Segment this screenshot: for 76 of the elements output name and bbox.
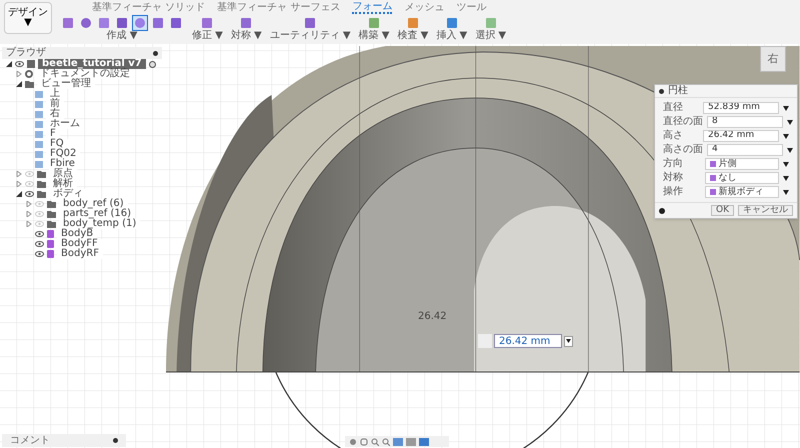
- eye-icon[interactable]: [25, 191, 34, 197]
- group-menu[interactable]: 修正 ▼: [192, 31, 223, 41]
- browser-title: ブラウザ: [6, 48, 46, 58]
- tree-item[interactable]: BodyB: [57, 229, 98, 239]
- field-label: 対称: [663, 173, 684, 183]
- expanded-icon[interactable]: [16, 191, 22, 197]
- dimension-input[interactable]: 26.42 mm: [494, 334, 562, 348]
- select-field[interactable]: なし: [705, 172, 779, 184]
- collapsed-icon[interactable]: [16, 181, 22, 187]
- eye-icon[interactable]: [15, 61, 24, 67]
- tree-item[interactable]: ボディ: [49, 189, 87, 199]
- group-menu[interactable]: ユーティリティ ▼: [270, 31, 351, 41]
- tree-item[interactable]: ビュー管理: [37, 79, 95, 89]
- document-icon: [27, 60, 35, 68]
- field-label: 高さ: [663, 131, 684, 141]
- expanded-icon[interactable]: [16, 81, 22, 87]
- dimension-label: 26.42: [418, 310, 447, 324]
- workspace-button[interactable]: デザイン ▼: [4, 2, 52, 34]
- field-label: 操作: [663, 187, 684, 197]
- tree-item[interactable]: 解析: [49, 179, 77, 189]
- option-icon: [710, 161, 716, 167]
- eye-icon[interactable]: [35, 251, 44, 257]
- input-spacer: [478, 334, 492, 348]
- dialog-button[interactable]: キャンセル: [738, 205, 793, 216]
- field-label: 直径: [663, 103, 684, 113]
- group-menu[interactable]: 対称 ▼: [230, 31, 262, 41]
- dialog-title: 円柱: [668, 86, 688, 96]
- toolbar-tab[interactable]: フォーム: [352, 2, 392, 14]
- tree-item[interactable]: BodyRF: [57, 249, 103, 259]
- tree-item[interactable]: 前: [46, 99, 64, 109]
- dropdown-icon[interactable]: [787, 148, 793, 152]
- search-icon[interactable]: [382, 438, 390, 446]
- toolbar-tab[interactable]: 基準フィーチャ ソリッド: [92, 2, 206, 14]
- dropdown-icon[interactable]: [564, 336, 573, 346]
- collapsed-icon[interactable]: [16, 171, 22, 177]
- input-field[interactable]: 4: [707, 144, 783, 156]
- select-field[interactable]: 片側: [705, 158, 779, 170]
- dropdown-icon[interactable]: [783, 106, 789, 110]
- field-label: 方向: [663, 159, 684, 169]
- collapsed-icon[interactable]: [16, 71, 22, 77]
- group-menu[interactable]: 選択 ▼: [475, 31, 506, 41]
- zoom-icon[interactable]: [371, 438, 379, 446]
- toolbar-tab[interactable]: ツール: [456, 2, 486, 14]
- tree-item[interactable]: F: [46, 129, 60, 139]
- tree-item[interactable]: 右: [46, 109, 64, 119]
- tree-item[interactable]: body_temp (1): [59, 219, 140, 229]
- collapsed-icon[interactable]: [26, 211, 32, 217]
- eye-icon[interactable]: [35, 241, 44, 247]
- field-label: 高さの面: [663, 145, 703, 155]
- comments-title: コメント: [10, 436, 50, 446]
- dropdown-icon[interactable]: [783, 190, 789, 194]
- dropdown-icon[interactable]: [787, 120, 793, 124]
- eye-icon[interactable]: [35, 231, 44, 237]
- tool-icon[interactable]: [132, 14, 148, 30]
- view-cube[interactable]: 右: [760, 46, 786, 72]
- dropdown-icon[interactable]: [783, 162, 789, 166]
- dropdown-icon[interactable]: [783, 134, 789, 138]
- select-field[interactable]: 新規ボディ: [705, 186, 779, 198]
- group-menu[interactable]: 挿入 ▼: [436, 31, 468, 41]
- dropdown-icon[interactable]: [783, 176, 789, 180]
- tree-item[interactable]: body_ref (6): [59, 199, 128, 209]
- group-menu[interactable]: 構築 ▼: [358, 31, 390, 41]
- option-icon: [710, 175, 716, 181]
- option-icon: [710, 189, 716, 195]
- collapsed-icon[interactable]: [26, 201, 32, 207]
- tree-item[interactable]: FQ02: [46, 149, 80, 159]
- toolbar-tab[interactable]: 基準フィーチャ サーフェス: [217, 2, 340, 14]
- dialog-button[interactable]: OK: [711, 205, 734, 216]
- group-menu[interactable]: 作成 ▼: [106, 31, 138, 41]
- tree-item[interactable]: beetle_tutorial v7: [38, 59, 146, 69]
- field-label: 直径の面: [663, 117, 703, 127]
- group-menu[interactable]: 検査 ▼: [398, 31, 428, 41]
- expanded-icon[interactable]: [6, 61, 12, 67]
- collapsed-icon[interactable]: [26, 221, 32, 227]
- toolbar-tab[interactable]: メッシュ: [404, 2, 444, 14]
- tree-item[interactable]: 原点: [49, 169, 77, 179]
